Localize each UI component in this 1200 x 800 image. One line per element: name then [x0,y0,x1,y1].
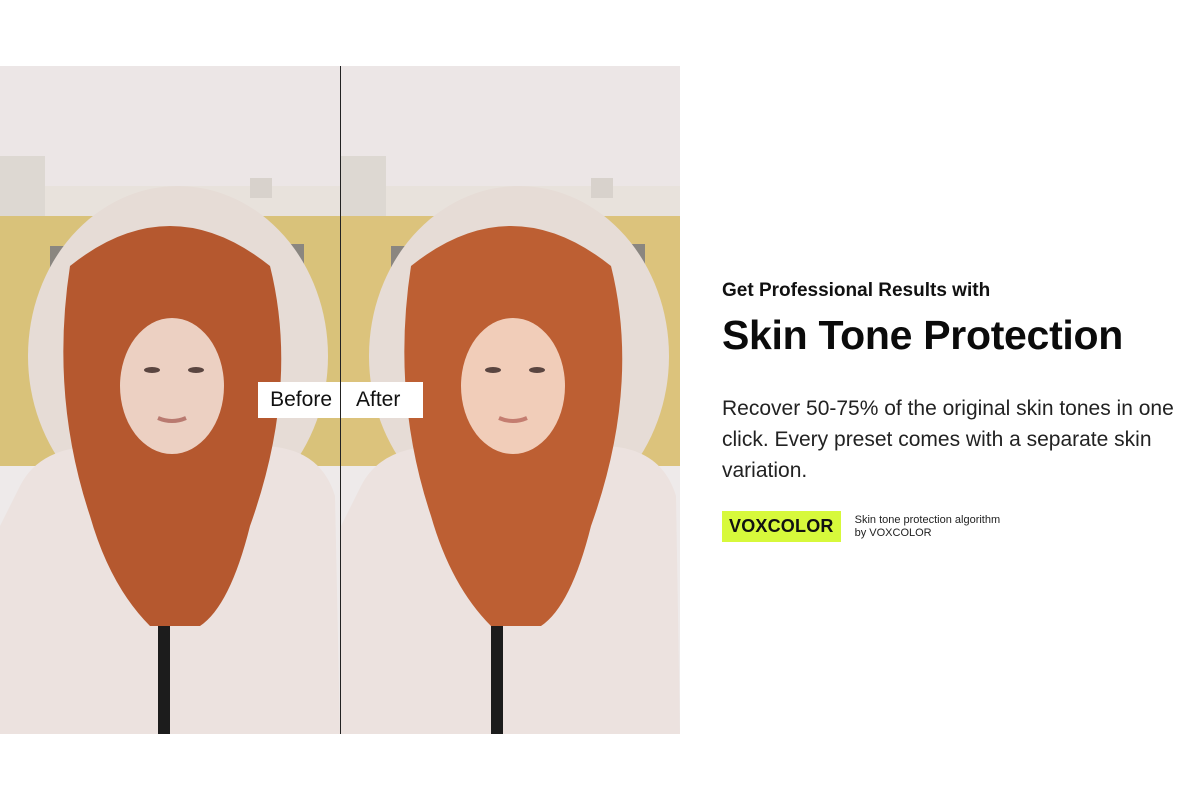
after-label: After [341,382,423,418]
headline: Skin Tone Protection [722,312,1123,358]
brand-row: VOXCOLOR Skin tone protection algorithm … [722,511,1182,542]
feature-description: Recover 50-75% of the original skin tone… [722,397,1174,482]
feature-copy: Get Professional Results with Skin Tone … [722,280,1182,542]
brand-badge: VOXCOLOR [722,511,841,542]
brand-caption: Skin tone protection algorithm by VOXCOL… [854,513,1001,539]
before-label: Before [258,382,340,418]
eyebrow-text: Get Professional Results with [722,280,991,301]
